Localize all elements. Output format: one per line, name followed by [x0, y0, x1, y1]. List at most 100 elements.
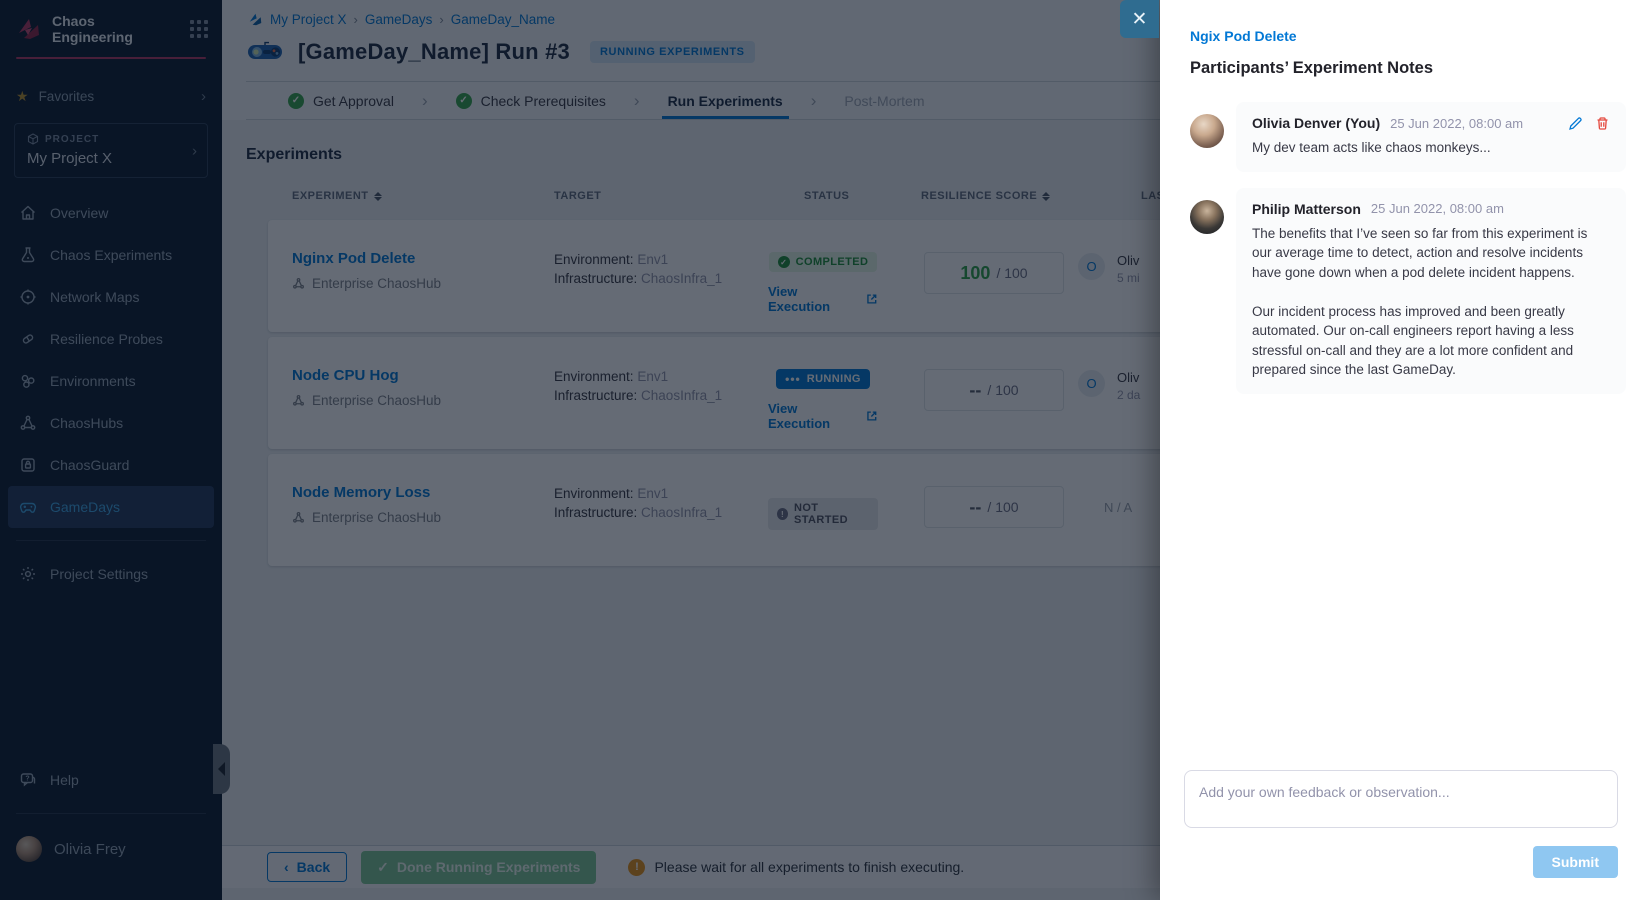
sidebar-item-help[interactable]: ? Help	[8, 759, 214, 801]
status-badge-running: ••• RUNNING	[776, 369, 870, 389]
external-link-icon	[866, 293, 878, 305]
cube-icon	[27, 133, 39, 145]
chaoshub-icon	[292, 394, 305, 407]
last-updated-time: 2 da	[1117, 388, 1140, 402]
sidebar-item-overview[interactable]: Overview	[8, 192, 214, 234]
notes-list: Olivia Denver (You) 25 Jun 2022, 08:00 a…	[1160, 78, 1642, 394]
step-label: Post-Mortem	[844, 93, 924, 109]
sidebar-item-label: Project Settings	[50, 566, 148, 582]
step-get-approval[interactable]: ✓ Get Approval	[288, 93, 394, 109]
warning-icon: !	[628, 859, 645, 876]
chaoshub-icon	[19, 414, 37, 432]
note-author: Philip Matterson	[1252, 201, 1361, 217]
score-value: --	[969, 380, 981, 401]
note-card: Philip Matterson 25 Jun 2022, 08:00 am T…	[1236, 188, 1626, 394]
breadcrumb-link-project[interactable]: My Project X	[270, 12, 347, 27]
user-name: Olivia Frey	[54, 841, 126, 858]
score-denominator: / 100	[996, 265, 1027, 281]
sidebar-item-project-settings[interactable]: Project Settings	[8, 553, 214, 595]
experiment-hub: Enterprise ChaosHub	[292, 393, 441, 408]
chevron-right-icon: ›	[201, 88, 206, 105]
experiment-name-link[interactable]: Node Memory Loss	[292, 484, 430, 501]
submit-button[interactable]: Submit	[1533, 846, 1618, 878]
breadcrumb-link-gameday-name[interactable]: GameDay_Name	[451, 12, 555, 27]
user-profile[interactable]: Olivia Frey	[0, 826, 222, 862]
module-accent-line	[16, 57, 206, 59]
resilience-score: -- / 100	[924, 486, 1064, 528]
chevron-right-icon: ›	[634, 91, 640, 111]
sidebar-item-gamedays[interactable]: GameDays	[8, 486, 214, 528]
edit-note-icon[interactable]	[1568, 116, 1583, 131]
sidebar-item-label: Environments	[50, 373, 136, 389]
chaoshub-icon	[292, 277, 305, 290]
score-value: 100	[960, 263, 990, 284]
note-timestamp: 25 Jun 2022, 08:00 am	[1371, 201, 1504, 216]
project-label: PROJECT	[45, 134, 99, 145]
gamepad-icon	[19, 498, 37, 516]
experiment-target: Environment: Env1 Infrastructure: ChaosI…	[554, 484, 722, 522]
drawer-header: Ngix Pod Delete Participants’ Experiment…	[1160, 0, 1642, 78]
view-execution-link[interactable]: View Execution	[768, 284, 878, 314]
experiment-name-link[interactable]: Nginx Pod Delete	[292, 250, 415, 267]
last-user-avatar: O	[1078, 253, 1105, 280]
star-icon: ★	[16, 88, 29, 105]
back-button[interactable]: ‹ Back	[267, 852, 347, 882]
breadcrumb-link-gamedays[interactable]: GameDays	[365, 12, 433, 27]
harness-mark-icon	[248, 12, 263, 27]
close-drawer-button[interactable]: ✕	[1120, 0, 1159, 38]
status-badge-completed: ✓ COMPLETED	[769, 252, 878, 272]
chevron-right-icon: ›	[192, 142, 197, 159]
notes-drawer: Ngix Pod Delete Participants’ Experiment…	[1160, 0, 1642, 900]
svg-text:?: ?	[25, 776, 29, 783]
done-running-experiments-button[interactable]: ✓ Done Running Experiments	[361, 851, 596, 884]
note-author-avatar	[1190, 114, 1224, 148]
last-user-avatar: O	[1078, 370, 1105, 397]
view-execution-link[interactable]: View Execution	[768, 401, 878, 431]
sidebar-item-favorites[interactable]: ★ Favorites ›	[0, 85, 222, 107]
sort-icon[interactable]	[374, 192, 382, 201]
column-header-resilience-score[interactable]: RESILIENCE SCORE	[921, 190, 1050, 202]
sidebar-item-environments[interactable]: Environments	[8, 360, 214, 402]
step-run-experiments[interactable]: Run Experiments	[668, 93, 783, 109]
sidebar-nav: Overview Chaos Experiments Network Maps …	[0, 192, 222, 595]
sort-icon[interactable]	[1042, 192, 1050, 201]
experiment-link[interactable]: Ngix Pod Delete	[1190, 28, 1297, 44]
project-selector[interactable]: PROJECT My Project X ›	[14, 123, 208, 178]
status-badge-not-started: ! NOT STARTED	[768, 498, 878, 530]
module-grid-icon[interactable]	[190, 20, 208, 38]
breadcrumb-separator: ›	[354, 12, 358, 27]
step-label: Check Prerequisites	[481, 93, 606, 109]
delete-note-icon[interactable]	[1595, 116, 1610, 131]
sidebar-item-chaoshubs[interactable]: ChaosHubs	[8, 402, 214, 444]
sidebar-item-chaos-experiments[interactable]: Chaos Experiments	[8, 234, 214, 276]
sidebar-item-network-maps[interactable]: Network Maps	[8, 276, 214, 318]
chevron-right-icon: ›	[811, 91, 817, 111]
step-check-prerequisites[interactable]: ✓ Check Prerequisites	[456, 93, 606, 109]
note-actions	[1568, 116, 1610, 131]
note-card: Olivia Denver (You) 25 Jun 2022, 08:00 a…	[1236, 102, 1626, 172]
page-title: [GameDay_Name] Run #3	[298, 39, 570, 65]
score-denominator: / 100	[987, 499, 1018, 515]
step-post-mortem[interactable]: Post-Mortem	[844, 93, 924, 109]
feedback-input[interactable]	[1184, 770, 1618, 828]
flask-icon	[19, 246, 37, 264]
external-link-icon	[866, 410, 878, 422]
gamepad-title-icon	[246, 40, 284, 64]
experiment-hub: Enterprise ChaosHub	[292, 276, 441, 291]
note-body: The benefits that I’ve seen so far from …	[1252, 224, 1610, 380]
sidebar-item-resilience-probes[interactable]: Resilience Probes	[8, 318, 214, 360]
environments-icon	[19, 372, 37, 390]
exclamation-circle-icon: !	[777, 508, 788, 520]
column-header-experiment[interactable]: EXPERIMENT	[292, 190, 382, 202]
resilience-score: 100 / 100	[924, 252, 1064, 294]
experiment-name-link[interactable]: Node CPU Hog	[292, 367, 399, 384]
experiment-status: ✓ COMPLETED View Execution	[768, 252, 878, 314]
check-circle-icon: ✓	[778, 256, 790, 268]
sidebar-item-chaosguard[interactable]: ChaosGuard	[8, 444, 214, 486]
resilience-score: -- / 100	[924, 369, 1064, 411]
home-icon	[19, 204, 37, 222]
note-body: My dev team acts like chaos monkeys...	[1252, 138, 1610, 158]
sidebar-collapse-handle[interactable]	[213, 744, 230, 794]
column-header-status: STATUS	[804, 190, 849, 202]
note-timestamp: 25 Jun 2022, 08:00 am	[1390, 116, 1523, 131]
